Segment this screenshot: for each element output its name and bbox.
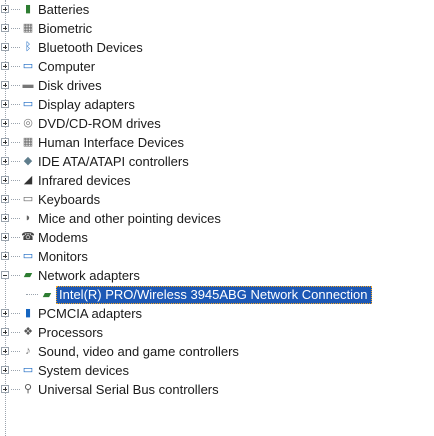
tree-item-biometric[interactable]: ▦ Biometric [0, 19, 434, 38]
ide-controller-icon: ◆ [23, 155, 33, 167]
keyboard-icon: ▭ [22, 193, 34, 205]
tree-item-network-adapters[interactable]: ▰ Network adapters [0, 266, 434, 285]
expand-icon[interactable] [1, 119, 9, 127]
tree-item-label: IDE ATA/ATAPI controllers [38, 154, 189, 169]
expand-icon[interactable] [1, 62, 9, 70]
tree-item-label: Bluetooth Devices [38, 40, 143, 55]
tree-item-bluetooth[interactable]: ᛒ Bluetooth Devices [0, 38, 434, 57]
hid-icon: ▦ [22, 136, 34, 148]
fingerprint-icon: ▦ [22, 22, 34, 34]
expand-icon[interactable] [1, 81, 9, 89]
tree-item-mice[interactable]: ◗ Mice and other pointing devices [0, 209, 434, 228]
tree-item-dvd-drives[interactable]: ◎ DVD/CD-ROM drives [0, 114, 434, 133]
tree-item-label: Mice and other pointing devices [38, 211, 221, 226]
tree-item-label: Monitors [38, 249, 88, 264]
tree-item-modems[interactable]: ☎ Modems [0, 228, 434, 247]
expand-icon[interactable] [1, 309, 9, 317]
tree-item-system-devices[interactable]: ▭ System devices [0, 361, 434, 380]
bluetooth-icon: ᛒ [24, 41, 32, 53]
tree-item-label: Network adapters [38, 268, 140, 283]
expand-icon[interactable] [1, 100, 9, 108]
tree-item-computer[interactable]: ▭ Computer [0, 57, 434, 76]
expand-icon[interactable] [1, 5, 9, 13]
tree-item-label: Intel(R) PRO/Wireless 3945ABG Network Co… [56, 286, 372, 304]
expand-icon[interactable] [1, 252, 9, 260]
modem-icon: ☎ [21, 231, 35, 243]
device-tree: ▮ Batteries ▦ Biometric ᛒ Bluetooth Devi… [0, 0, 434, 436]
disk-drive-icon: ▬ [22, 79, 34, 91]
expand-icon[interactable] [1, 233, 9, 241]
tree-item-label: Universal Serial Bus controllers [38, 382, 219, 397]
expand-icon[interactable] [1, 347, 9, 355]
tree-item-label: System devices [38, 363, 130, 378]
battery-icon: ▮ [24, 3, 32, 15]
tree-item-batteries[interactable]: ▮ Batteries [0, 0, 434, 19]
display-adapter-icon: ▭ [22, 98, 34, 110]
tree-item-label: PCMCIA adapters [38, 306, 143, 321]
expand-icon[interactable] [1, 157, 9, 165]
tree-item-infrared[interactable]: ◢ Infrared devices [0, 171, 434, 190]
tree-item-label: Batteries [38, 2, 90, 17]
collapse-icon[interactable] [1, 271, 9, 279]
expand-icon[interactable] [1, 195, 9, 203]
expand-icon[interactable] [1, 214, 9, 222]
tree-item-label: Infrared devices [38, 173, 131, 188]
network-card-icon: ▰ [42, 289, 52, 301]
expand-icon[interactable] [1, 24, 9, 32]
network-adapter-icon: ▰ [23, 269, 33, 281]
tree-item-pcmcia[interactable]: ▮ PCMCIA adapters [0, 304, 434, 323]
tree-item-display-adapters[interactable]: ▭ Display adapters [0, 95, 434, 114]
tree-item-network-connection[interactable]: ▰ Intel(R) PRO/Wireless 3945ABG Network … [0, 285, 434, 304]
monitor-icon: ▭ [22, 250, 34, 262]
expand-icon[interactable] [1, 385, 9, 393]
expand-icon[interactable] [1, 328, 9, 336]
expand-icon[interactable] [1, 138, 9, 146]
tree-item-label: DVD/CD-ROM drives [38, 116, 161, 131]
dvd-drive-icon: ◎ [23, 117, 33, 129]
tree-item-label: Biometric [38, 21, 93, 36]
tree-item-label: Modems [38, 230, 88, 245]
infrared-icon: ◢ [23, 174, 33, 186]
tree-item-ide-controllers[interactable]: ◆ IDE ATA/ATAPI controllers [0, 152, 434, 171]
expand-icon[interactable] [1, 366, 9, 374]
tree-item-usb[interactable]: ⚲ Universal Serial Bus controllers [0, 380, 434, 399]
tree-item-label: Human Interface Devices [38, 135, 184, 150]
tree-item-sound[interactable]: ♪ Sound, video and game controllers [0, 342, 434, 361]
tree-item-label: Sound, video and game controllers [38, 344, 239, 359]
tree-item-processors[interactable]: ❖ Processors [0, 323, 434, 342]
computer-icon: ▭ [22, 60, 34, 72]
tree-item-hid[interactable]: ▦ Human Interface Devices [0, 133, 434, 152]
tree-item-monitors[interactable]: ▭ Monitors [0, 247, 434, 266]
tree-item-disk-drives[interactable]: ▬ Disk drives [0, 76, 434, 95]
sound-icon: ♪ [25, 345, 31, 357]
tree-item-label: Computer [38, 59, 96, 74]
tree-item-keyboards[interactable]: ▭ Keyboards [0, 190, 434, 209]
expand-icon[interactable] [1, 43, 9, 51]
tree-item-label: Processors [38, 325, 104, 340]
tree-item-label: Keyboards [38, 192, 101, 207]
tree-item-label: Display adapters [38, 97, 135, 112]
mouse-icon: ◗ [24, 212, 32, 224]
expand-icon[interactable] [1, 176, 9, 184]
system-devices-icon: ▭ [22, 364, 34, 376]
usb-icon: ⚲ [23, 383, 33, 395]
pcmcia-icon: ▮ [24, 307, 32, 319]
tree-item-label: Disk drives [38, 78, 102, 93]
processor-icon: ❖ [23, 326, 33, 338]
